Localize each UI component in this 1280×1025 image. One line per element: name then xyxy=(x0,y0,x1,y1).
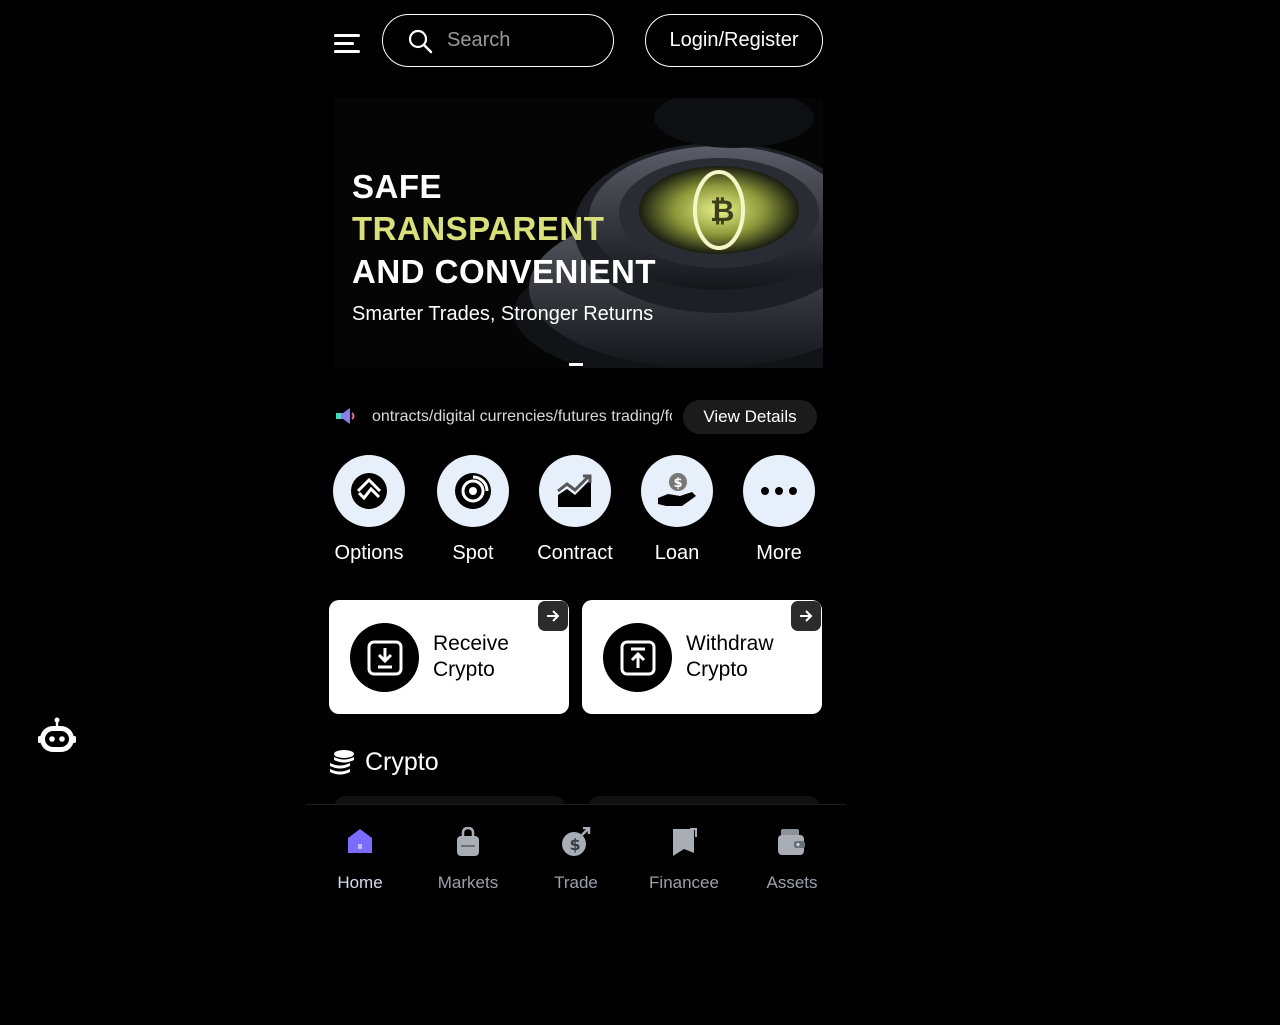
withdraw-upload-icon xyxy=(603,623,672,692)
quick-action-label: More xyxy=(756,542,802,564)
nav-label: Assets xyxy=(766,873,818,892)
quick-actions: Options Spot Contract $ Loan More xyxy=(333,455,823,575)
quick-action-label: Options xyxy=(334,542,404,564)
svg-text:₿: ₿ xyxy=(710,194,734,229)
menu-bar-bottom xyxy=(334,50,360,53)
view-details-button[interactable]: View Details xyxy=(683,400,817,434)
wallet-icon xyxy=(778,829,805,855)
chatbot-robot-button[interactable] xyxy=(38,717,76,762)
withdraw-line2: Crypto xyxy=(686,658,748,681)
nav-assets[interactable]: Assets xyxy=(742,827,842,893)
banner-headline-line3: AND CONVENIENT xyxy=(352,253,657,290)
menu-bar-top xyxy=(334,34,360,37)
nav-home[interactable]: Home xyxy=(310,827,410,893)
receive-download-icon xyxy=(350,623,419,692)
svg-text:$: $ xyxy=(674,476,683,491)
app-root: Search Login/Register ₿ SAFE TRANSPARENT… xyxy=(306,0,846,1025)
nav-trade[interactable]: $ Trade xyxy=(526,827,626,893)
nav-finance[interactable]: Financee xyxy=(634,827,734,893)
nav-label: Home xyxy=(337,873,383,892)
quick-action-options[interactable]: Options xyxy=(319,455,419,565)
arrow-right-icon xyxy=(538,601,568,631)
options-icon xyxy=(333,455,405,527)
section-title: Crypto xyxy=(365,748,439,776)
quick-action-label: Loan xyxy=(654,542,700,564)
nav-label: Trade xyxy=(554,873,598,892)
login-register-button[interactable]: Login/Register xyxy=(645,14,823,67)
nav-label: Financee xyxy=(649,873,719,892)
receive-crypto-label: Receive Crypto xyxy=(433,631,509,683)
withdraw-line1: Withdraw xyxy=(686,632,774,655)
menu-bar-middle xyxy=(334,42,354,45)
svg-text:$: $ xyxy=(570,835,581,854)
more-dots-icon xyxy=(743,455,815,527)
search-input[interactable]: Search xyxy=(382,14,614,67)
trade-coin-icon: $ xyxy=(562,827,591,856)
spot-icon xyxy=(437,455,509,527)
quick-action-more[interactable]: More xyxy=(729,455,829,565)
banner-subtitle: Smarter Trades, Stronger Returns xyxy=(352,303,654,325)
quick-action-label: Contract xyxy=(537,542,613,564)
bottom-navigation: Home Markets $ Trade Financee Assets xyxy=(306,804,846,1025)
carousel-indicator[interactable] xyxy=(569,363,583,366)
receive-line2: Crypto xyxy=(433,658,495,681)
withdraw-crypto-label: Withdraw Crypto xyxy=(686,631,774,683)
banner-headline-line2: TRANSPARENT xyxy=(352,210,605,247)
quick-action-label: Spot xyxy=(452,542,494,564)
receive-crypto-card[interactable]: Receive Crypto xyxy=(329,600,569,714)
quick-action-loan[interactable]: $ Loan xyxy=(627,455,727,565)
quick-action-contract[interactable]: Contract xyxy=(525,455,625,565)
nav-label: Markets xyxy=(437,873,499,892)
crypto-section-header: Crypto xyxy=(328,748,439,777)
bag-icon xyxy=(457,827,479,856)
megaphone-icon xyxy=(336,408,355,424)
contract-chart-icon xyxy=(539,455,611,527)
withdraw-crypto-card[interactable]: Withdraw Crypto xyxy=(582,600,822,714)
quick-action-spot[interactable]: Spot xyxy=(423,455,523,565)
arrow-right-icon xyxy=(791,601,821,631)
announcement-bar: ontracts/digital currencies/futures trad… xyxy=(334,398,823,436)
finance-book-icon xyxy=(673,828,697,856)
banner-headline-line1: SAFE xyxy=(352,168,443,205)
search-icon xyxy=(408,29,433,53)
receive-line1: Receive xyxy=(433,632,509,655)
nav-markets[interactable]: Markets xyxy=(418,827,518,893)
coins-stack-icon xyxy=(330,749,354,774)
announcement-text[interactable]: ontracts/digital currencies/futures trad… xyxy=(372,408,672,426)
loan-hand-dollar-icon: $ xyxy=(641,455,713,527)
robot-icon xyxy=(38,717,76,752)
hero-banner[interactable]: ₿ SAFE TRANSPARENT AND CONVENIENT Smarte… xyxy=(334,98,823,368)
home-icon xyxy=(348,829,372,853)
menu-button[interactable] xyxy=(334,30,362,56)
search-placeholder: Search xyxy=(447,29,511,51)
